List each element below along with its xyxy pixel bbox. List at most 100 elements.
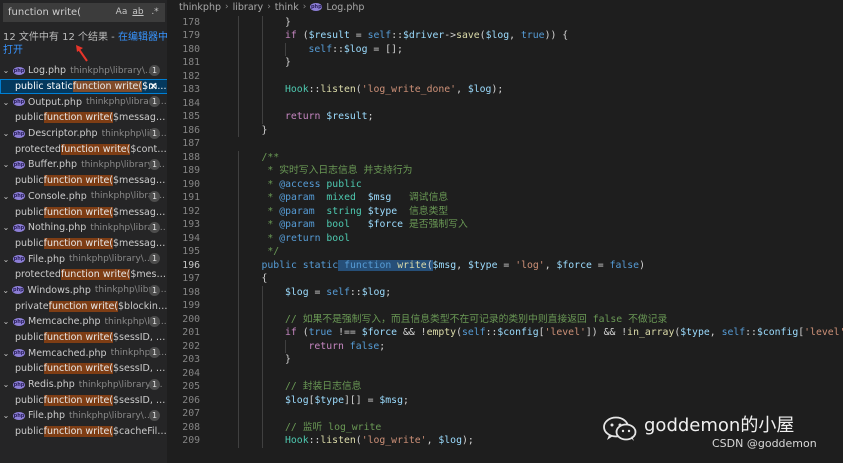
- chevron-down-icon[interactable]: ⌄: [2, 255, 10, 264]
- code-line: 185 return $result;: [168, 110, 843, 124]
- match-text-after: $sessID, $sess...: [113, 394, 167, 406]
- chevron-down-icon[interactable]: ⌄: [2, 411, 10, 420]
- breadcrumb-file[interactable]: Log.php: [326, 2, 364, 13]
- result-match-row[interactable]: public function write($sessID, $sess...: [0, 361, 167, 377]
- result-match-row[interactable]: protected function write($content, ...: [0, 141, 167, 157]
- indent-guide: [238, 177, 239, 191]
- code-text: * @param mixed $msg 调试信息: [262, 191, 448, 205]
- code-token: $config: [756, 327, 799, 338]
- result-match-row[interactable]: public function write($messages, $...: [0, 204, 167, 220]
- close-icon[interactable]: ✕: [149, 80, 158, 93]
- php-file-icon: php: [12, 98, 25, 107]
- search-results: ⌄phpLog.phpthinkphp\library\think1public…: [0, 63, 167, 440]
- code-token: self: [721, 327, 746, 338]
- chevron-down-icon[interactable]: ⌄: [2, 286, 9, 295]
- indent-guide: [261, 56, 263, 70]
- line-number: 205: [182, 381, 200, 392]
- line-number: 192: [182, 205, 200, 217]
- code-area[interactable]: 178} 179 if ($result = self::$driver->save…: [168, 15, 843, 448]
- match-text-before: public: [15, 332, 44, 344]
- code-token: ::: [485, 327, 498, 338]
- code-text: if ($result = self::$driver->save($log, …: [285, 29, 568, 43]
- code-token: 'log': [515, 259, 545, 271]
- code-line: 191 * @param mixed $msg 调试信息: [168, 191, 843, 205]
- code-token: ;: [402, 394, 409, 406]
- code-line: 190 * @access public: [168, 177, 843, 192]
- result-match-row[interactable]: public function write($sessID, $sess...: [0, 330, 167, 346]
- result-file-name: Memcache.php: [28, 316, 101, 328]
- result-match-row[interactable]: public function write($messages, $...: [0, 173, 167, 189]
- chevron-down-icon[interactable]: ⌄: [2, 160, 10, 169]
- chevron-down-icon[interactable]: ⌄: [2, 129, 10, 138]
- regex-toggle[interactable]: .*: [149, 6, 161, 19]
- php-file-icon: php: [13, 317, 25, 326]
- result-match-row[interactable]: public static function write($m... ✕: [0, 78, 167, 95]
- result-file-row[interactable]: ⌄ php Memcache.php thinkphp\lib... 1: [0, 314, 167, 330]
- indent-guide: [238, 393, 239, 407]
- code-token: $type: [680, 327, 710, 338]
- code-text: * @access public: [262, 178, 361, 192]
- result-file-row[interactable]: ⌄ php Nothing.php thinkphp\library... 1: [0, 220, 167, 236]
- match-case-toggle[interactable]: Aa: [115, 6, 128, 19]
- line-number: 193: [182, 219, 200, 230]
- line-number: 181: [182, 57, 200, 68]
- indent-guide: [238, 191, 239, 205]
- breadcrumb-item[interactable]: think: [275, 2, 299, 13]
- code-token: 'log_write': [361, 435, 427, 446]
- chevron-down-icon[interactable]: ⌄: [2, 349, 10, 358]
- watermark-csdn: CSDN @goddemon: [712, 437, 817, 450]
- match-highlight: function write(: [72, 81, 143, 93]
- code-token: $log: [438, 435, 462, 446]
- result-match-row[interactable]: public function write($messages, $...: [0, 236, 167, 252]
- php-file-icon: php: [13, 129, 25, 138]
- result-match-row[interactable]: public function write($sessID, $sess...: [0, 392, 167, 408]
- code-token: Hook: [285, 84, 309, 95]
- search-input[interactable]: [8, 5, 108, 20]
- indent-guide: [238, 204, 239, 218]
- result-file-row[interactable]: ⌄ php Descriptor.php thinkphp\libr... 1: [0, 126, 167, 142]
- chevron-down-icon[interactable]: ⌄: [2, 98, 10, 107]
- indent-guide: [238, 83, 239, 97]
- result-file-name: Nothing.php: [27, 222, 87, 234]
- chevron-down-icon[interactable]: ⌄: [2, 380, 10, 389]
- result-match-row[interactable]: public function write($messages, $...: [0, 110, 167, 126]
- code-token: save: [456, 30, 480, 41]
- code-token: $type: [314, 394, 345, 406]
- chevron-down-icon[interactable]: ⌄: [2, 223, 10, 232]
- line-number: 188: [182, 151, 200, 163]
- result-match-row[interactable]: public function write($cacheFile, $c...: [0, 424, 167, 440]
- result-file-row[interactable]: ⌄ php Redis.php thinkphp\library\t... 1: [0, 377, 167, 393]
- code-line: 187: [168, 137, 843, 151]
- result-file-name: Redis.php: [28, 379, 75, 391]
- breadcrumb-item[interactable]: library: [233, 2, 264, 13]
- code-token: ;: [367, 111, 374, 122]
- code-token: ::: [308, 84, 321, 95]
- result-file-row[interactable]: ⌄ php Output.php thinkphp\library\... 1: [0, 94, 167, 110]
- indent-guide: [238, 110, 239, 124]
- result-file-row[interactable]: ⌄ php Memcached.php thinkphp\li... 1: [0, 345, 167, 361]
- code-token: false: [609, 259, 640, 271]
- breadcrumb-item[interactable]: thinkphp: [179, 2, 221, 13]
- code-token: $log: [343, 43, 368, 55]
- result-file-row[interactable]: ⌄phpFile.php thinkphp\library\thin...1: [0, 408, 167, 424]
- result-file-row[interactable]: ⌄phpLog.phpthinkphp\library\think1: [0, 63, 167, 79]
- indent-guide: [238, 150, 239, 164]
- code-token: ->: [444, 30, 457, 41]
- result-match-row[interactable]: protected function write($message,...: [0, 267, 167, 283]
- code-text: Hook::listen('log_write_done', $log);: [285, 83, 503, 97]
- chevron-down-icon[interactable]: ⌄: [2, 192, 10, 201]
- whole-word-toggle[interactable]: ab: [131, 6, 145, 19]
- match-highlight: function write(: [43, 175, 114, 187]
- result-match-row[interactable]: private function write($blocking, $c...: [0, 298, 167, 314]
- code-line: 188 /**: [168, 150, 843, 164]
- result-file-row[interactable]: ⌄ php Console.php thinkphp\librar... 1: [0, 189, 167, 205]
- code-line: 192 * @param string $type 信息类型: [168, 204, 843, 218]
- chevron-down-icon[interactable]: ⌄: [2, 317, 10, 326]
- result-file-row[interactable]: ⌄phpFile.php thinkphp\library\thi...1: [0, 251, 167, 267]
- code-token: static: [302, 259, 339, 271]
- code-token: $driver: [402, 30, 445, 41]
- result-file-row[interactable]: ⌄ php Windows.php thinkphp\library... 1: [0, 283, 167, 299]
- chevron-down-icon[interactable]: ⌄: [2, 66, 10, 75]
- result-file-row[interactable]: ⌄ php Buffer.php thinkphp\library\t... 1: [0, 157, 167, 173]
